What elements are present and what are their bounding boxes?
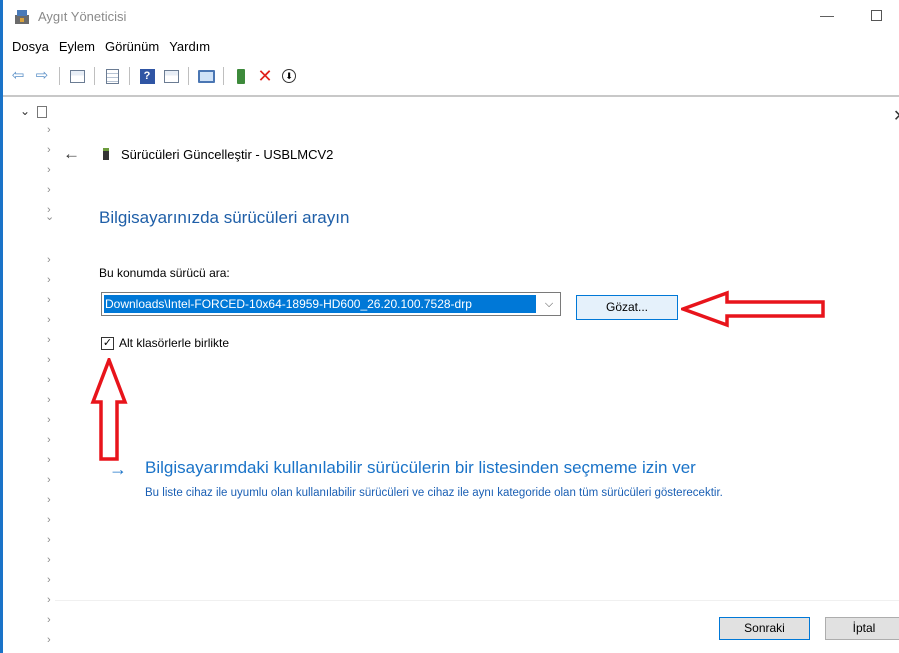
driver-path-value[interactable]: Downloads\Intel-FORCED-10x64-18959-HD600… [104,295,536,313]
menu-item-eylem[interactable]: Eylem [54,36,100,58]
usb-device-icon [103,148,109,160]
annotation-arrow-up-icon [90,358,128,461]
tree-chevron-icon[interactable]: › [47,614,51,626]
forward-button[interactable]: ⇨ [33,67,51,85]
download-icon: ⬇ [282,69,296,83]
page-heading: Bilgisayarınızda sürücüleri arayın [99,208,350,227]
update-driver-button[interactable] [232,67,250,85]
tree-chevron-icon[interactable]: › [47,184,51,196]
help-icon: ? [139,68,155,84]
tree-chevron-icon[interactable]: › [47,574,51,586]
tree-chevron-icon[interactable]: › [47,554,51,566]
toolbar-separator [59,67,60,85]
monitor-icon [197,69,215,83]
tree-chevron-icon[interactable]: › [47,514,51,526]
device-manager-window: Aygıt Yöneticisi — Dosya Eylem Görünüm Y… [0,0,899,653]
toolbar-separator [223,67,224,85]
close-icon[interactable]: ✕ [893,106,899,126]
tree-chevron-icon[interactable]: › [47,474,51,486]
tree-expand-icon[interactable]: ⌄ [45,210,54,223]
tree-chevron-icon[interactable]: › [47,454,51,466]
toolbar-separator [94,67,95,85]
uninstall-button[interactable]: ✕ [256,67,274,85]
tree-chevron-icon[interactable]: › [47,594,51,606]
enable-device-button[interactable]: ⬇ [280,67,298,85]
device-manager-icon [15,10,29,24]
menu-item-dosya[interactable]: Dosya [7,36,54,58]
check-icon: ✓ [102,337,113,349]
toolbar: ⇦ ⇨ ? ✕ ⬇ [3,62,899,90]
tree-chevron-icon[interactable]: › [47,164,51,176]
footer-divider [55,600,899,601]
tree-expand-icon[interactable]: ⌄ [20,104,30,118]
tree-chevron-icon[interactable]: › [47,144,51,156]
menu-item-yardim[interactable]: Yardım [164,36,215,58]
toolbar-divider [3,95,899,97]
tree-chevron-icon[interactable]: › [47,334,51,346]
tree-chevron-icon[interactable]: › [47,394,51,406]
maximize-icon [871,10,882,21]
minimize-icon: — [820,7,834,23]
chevron-down-icon[interactable]: ⌵ [538,293,560,315]
pick-from-list-link[interactable]: Bilgisayarımdaki kullanılabilir sürücüle… [145,458,696,478]
tree-chevron-icon[interactable]: › [47,374,51,386]
device-tree: ⌄ › › › › › › › › › › › › › › › › › › › › › › › › › ⌄ [3,98,55,653]
title-bar: Aygıt Yöneticisi — [3,0,899,34]
maximize-button[interactable] [865,5,889,27]
next-button[interactable]: Sonraki [719,617,810,640]
document-icon [105,68,119,84]
tree-chevron-icon[interactable]: › [47,534,51,546]
tree-chevron-icon[interactable]: › [47,124,51,136]
help-button[interactable]: ? [138,67,156,85]
remove-icon: ✕ [257,66,273,86]
minimize-button[interactable]: — [815,5,839,27]
tree-chevron-icon[interactable]: › [47,314,51,326]
computer-icon [37,106,47,118]
properties-button[interactable] [68,67,86,85]
subfolders-label[interactable]: Alt klasörlerle birlikte [119,336,229,350]
cancel-button[interactable]: İptal [825,617,899,640]
view-icon [163,69,179,83]
back-arrow-icon: ⇦ [11,67,25,84]
annotation-arrow-left-icon [681,290,825,328]
dialog-title: Sürücüleri Güncelleştir - USBLMCV2 [121,147,334,162]
update-driver-icon [237,68,245,84]
toolbar-separator [188,67,189,85]
tree-chevron-icon[interactable]: › [47,274,51,286]
back-arrow-icon[interactable]: ← [63,144,80,164]
pick-from-list-description: Bu liste cihaz ile uyumlu olan kullanıla… [145,487,723,499]
document-button[interactable] [103,67,121,85]
subfolders-checkbox[interactable]: ✓ [101,337,114,350]
toolbar-separator [129,67,130,85]
location-label: Bu konumda sürücü ara: [99,266,230,280]
update-driver-dialog: ✕ ← Sürücüleri Güncelleştir - USBLMCV2 B… [55,98,899,653]
properties-icon [69,69,85,83]
back-button[interactable]: ⇦ [9,67,27,85]
menu-bar: Dosya Eylem Görünüm Yardım [3,36,215,58]
forward-arrow-icon: ⇨ [35,67,49,84]
tree-chevron-icon[interactable]: › [47,634,51,646]
browse-button[interactable]: Gözat... [576,295,678,320]
tree-chevron-icon[interactable]: › [47,494,51,506]
menu-item-gorunum[interactable]: Görünüm [100,36,164,58]
tree-chevron-icon[interactable]: › [47,294,51,306]
arrow-right-icon[interactable]: → [109,459,127,480]
tree-chevron-icon[interactable]: › [47,434,51,446]
scan-hardware-button[interactable] [197,67,215,85]
driver-path-combobox[interactable]: Downloads\Intel-FORCED-10x64-18959-HD600… [101,292,561,316]
tree-chevron-icon[interactable]: › [47,354,51,366]
tree-chevron-icon[interactable]: › [47,414,51,426]
tree-chevron-icon[interactable]: › [47,254,51,266]
window-title: Aygıt Yöneticisi [38,9,127,24]
view-button[interactable] [162,67,180,85]
